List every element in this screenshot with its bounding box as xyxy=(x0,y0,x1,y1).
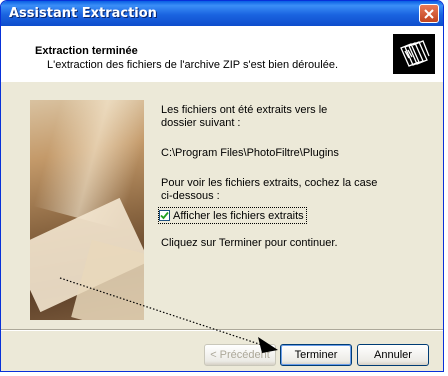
side-banner-image xyxy=(30,100,144,320)
checkmark-icon xyxy=(160,211,169,220)
show-files-checkbox[interactable]: Afficher les fichiers extraits xyxy=(158,207,307,224)
header-title: Extraction terminée xyxy=(35,45,138,57)
header-subtitle: L'extraction des fichiers de l'archive Z… xyxy=(47,59,339,71)
info-text: Les fichiers ont été extraits vers le do… xyxy=(161,104,327,130)
checkbox-label[interactable]: Afficher les fichiers extraits xyxy=(173,210,304,222)
footer-divider-highlight xyxy=(1,330,443,331)
instruction-line: ci-dessous : xyxy=(161,190,220,202)
continue-text: Cliquez sur Terminer pour continuer. xyxy=(161,237,338,249)
instruction-line: Pour voir les fichiers extraits, cochez … xyxy=(161,177,378,189)
info-line: Les fichiers ont été extraits vers le xyxy=(161,104,328,116)
previous-button[interactable]: < Précédent xyxy=(204,344,276,366)
title-bar[interactable]: Assistant Extraction xyxy=(1,1,443,26)
checkbox-box[interactable] xyxy=(159,210,170,221)
files-icon xyxy=(393,34,435,74)
wizard-header: Extraction terminée L'extraction des fic… xyxy=(1,26,443,82)
close-button[interactable] xyxy=(419,4,439,23)
info-line: dossier suivant : xyxy=(161,117,241,129)
wizard-window: Assistant Extraction Extraction terminée… xyxy=(0,0,444,372)
view-instructions: Pour voir les fichiers extraits, cochez … xyxy=(161,177,411,203)
extraction-path: C:\Program Files\PhotoFiltre\Plugins xyxy=(161,147,339,159)
finish-button[interactable]: Terminer xyxy=(280,344,352,366)
cancel-button[interactable]: Annuler xyxy=(357,344,429,366)
window-title: Assistant Extraction xyxy=(9,6,157,21)
close-icon xyxy=(424,8,434,19)
wizard-body: Les fichiers ont été extraits vers le do… xyxy=(1,82,443,329)
